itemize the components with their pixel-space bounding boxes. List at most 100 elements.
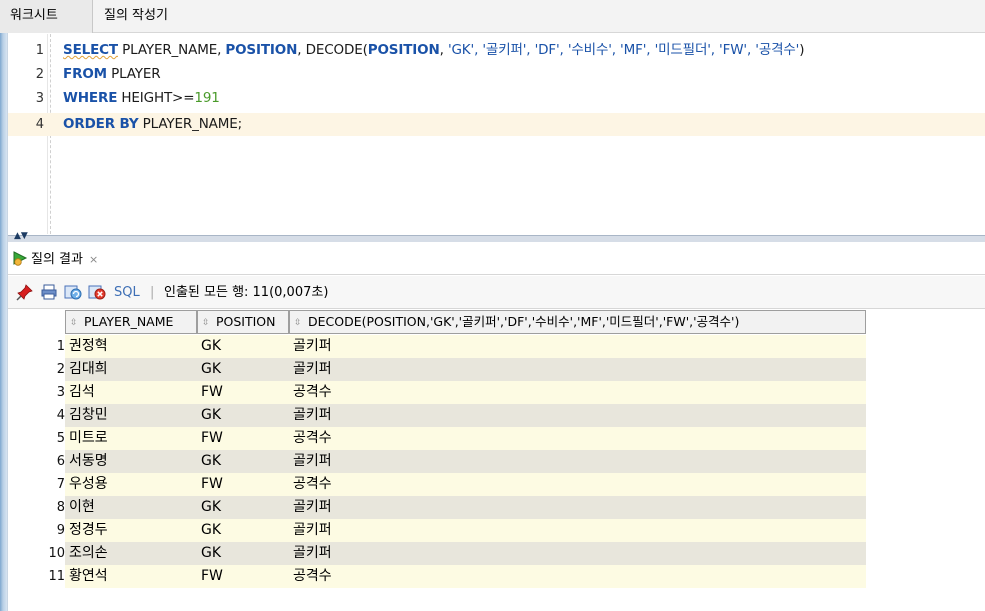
cell-decode[interactable]: 골키퍼 bbox=[289, 542, 866, 565]
tab-worksheet[interactable]: 워크시트 bbox=[0, 0, 93, 33]
code-text: WHERE HEIGHT>=191 bbox=[63, 87, 220, 110]
cell-decode[interactable]: 공격수 bbox=[289, 473, 866, 496]
cell-position[interactable]: GK bbox=[197, 335, 289, 358]
row-number: 8 bbox=[8, 496, 65, 519]
row-number: 10 bbox=[8, 542, 65, 565]
line-number: 1 bbox=[35, 43, 44, 58]
cell-player-name[interactable]: 우성용 bbox=[65, 473, 197, 496]
row-number: 3 bbox=[8, 381, 65, 404]
row-number: 5 bbox=[8, 427, 65, 450]
cell-player-name[interactable]: 권정혁 bbox=[65, 335, 197, 358]
cell-player-name[interactable]: 서동명 bbox=[65, 450, 197, 473]
row-number: 6 bbox=[8, 450, 65, 473]
sql-button[interactable]: SQL bbox=[114, 283, 140, 303]
code-text: ORDER BY PLAYER_NAME; bbox=[63, 113, 242, 136]
row-number: 2 bbox=[8, 358, 65, 381]
keyword-select: SELECT bbox=[63, 42, 118, 58]
table-row[interactable]: 11 황연석 FW 공격수 bbox=[8, 565, 985, 588]
cell-position[interactable]: GK bbox=[197, 496, 289, 519]
cell-position[interactable]: GK bbox=[197, 450, 289, 473]
column-header-label: POSITION bbox=[215, 314, 276, 329]
row-number: 9 bbox=[8, 519, 65, 542]
code-columns: PLAYER_NAME, bbox=[118, 42, 226, 58]
editor-tab-bar: 워크시트 질의 작성기 bbox=[0, 0, 985, 33]
results-grid[interactable]: ⇳ PLAYER_NAME ⇳ POSITION ⇳ DECODE(POSITI… bbox=[8, 310, 985, 611]
code-comma: , bbox=[439, 42, 448, 58]
cell-player-name[interactable]: 김석 bbox=[65, 381, 197, 404]
row-number: 7 bbox=[8, 473, 65, 496]
keyword-from: FROM bbox=[63, 66, 107, 82]
row-number: 4 bbox=[8, 404, 65, 427]
sort-icon[interactable]: ⇳ bbox=[202, 312, 212, 333]
cell-decode[interactable]: 골키퍼 bbox=[289, 496, 866, 519]
column-header-position[interactable]: ⇳ POSITION bbox=[197, 310, 289, 334]
cell-position[interactable]: GK bbox=[197, 542, 289, 565]
print-icon[interactable] bbox=[40, 283, 58, 303]
cell-position[interactable]: GK bbox=[197, 519, 289, 542]
table-row[interactable]: 6 서동명 GK 골키퍼 bbox=[8, 450, 985, 473]
code-number: 191 bbox=[194, 90, 220, 106]
table-row[interactable]: 10 조의손 GK 골키퍼 bbox=[8, 542, 985, 565]
delete-icon[interactable] bbox=[87, 283, 107, 303]
tab-worksheet-label: 워크시트 bbox=[10, 8, 58, 23]
cell-position[interactable]: FW bbox=[197, 473, 289, 496]
code-text: SELECT PLAYER_NAME, POSITION, DECODE(POS… bbox=[63, 39, 804, 62]
line-number: 3 bbox=[35, 91, 44, 106]
table-row[interactable]: 9 정경두 GK 골키퍼 bbox=[8, 519, 985, 542]
cell-decode[interactable]: 공격수 bbox=[289, 427, 866, 450]
pin-icon[interactable] bbox=[16, 283, 34, 303]
column-header-decode[interactable]: ⇳ DECODE(POSITION,'GK','골키퍼','DF','수비수',… bbox=[289, 310, 866, 334]
sort-icon[interactable]: ⇳ bbox=[70, 312, 80, 333]
table-row[interactable]: 4 김창민 GK 골키퍼 bbox=[8, 404, 985, 427]
keyword-order-by: ORDER BY bbox=[63, 116, 139, 132]
cell-player-name[interactable]: 정경두 bbox=[65, 519, 197, 542]
tab-query-result[interactable]: 질의 결과 × bbox=[12, 248, 98, 272]
cell-decode[interactable]: 공격수 bbox=[289, 565, 866, 588]
table-row[interactable]: 1 권정혁 GK 골키퍼 bbox=[8, 335, 985, 358]
panel-splitter[interactable] bbox=[8, 235, 985, 242]
cell-position[interactable]: GK bbox=[197, 358, 289, 381]
cell-player-name[interactable]: 이현 bbox=[65, 496, 197, 519]
code-line-3[interactable]: 3 WHERE HEIGHT>=191 bbox=[8, 87, 985, 110]
cell-player-name[interactable]: 김창민 bbox=[65, 404, 197, 427]
line-number: 4 bbox=[35, 117, 44, 132]
code-text: FROM PLAYER bbox=[63, 63, 161, 86]
cell-position[interactable]: GK bbox=[197, 404, 289, 427]
code-line-1[interactable]: 1 SELECT PLAYER_NAME, POSITION, DECODE(P… bbox=[8, 39, 985, 62]
code-line-2[interactable]: 2 FROM PLAYER bbox=[8, 63, 985, 86]
sql-editor[interactable]: 1 SELECT PLAYER_NAME, POSITION, DECODE(P… bbox=[8, 34, 985, 234]
sort-icon[interactable]: ⇳ bbox=[294, 312, 304, 333]
cell-player-name[interactable]: 황연석 bbox=[65, 565, 197, 588]
table-row[interactable]: 5 미트로 FW 공격수 bbox=[8, 427, 985, 450]
row-number: 1 bbox=[8, 335, 65, 358]
tab-query-result-label: 질의 결과 bbox=[31, 252, 83, 267]
table-row[interactable]: 8 이현 GK 골키퍼 bbox=[8, 496, 985, 519]
column-header-player-name[interactable]: ⇳ PLAYER_NAME bbox=[65, 310, 197, 334]
code-condition: HEIGHT>= bbox=[117, 90, 195, 106]
cell-decode[interactable]: 공격수 bbox=[289, 381, 866, 404]
close-icon[interactable]: × bbox=[89, 253, 98, 266]
cell-player-name[interactable]: 조의손 bbox=[65, 542, 197, 565]
code-line-4[interactable]: 4 ORDER BY PLAYER_NAME; bbox=[8, 113, 985, 136]
cell-position[interactable]: FW bbox=[197, 427, 289, 450]
results-toolbar: SQL | 인출된 모든 행: 11(0,007초) bbox=[8, 276, 985, 309]
cell-decode[interactable]: 골키퍼 bbox=[289, 404, 866, 427]
keyword-position-arg: POSITION bbox=[367, 42, 440, 58]
cell-player-name[interactable]: 김대희 bbox=[65, 358, 197, 381]
table-row[interactable]: 3 김석 FW 공격수 bbox=[8, 381, 985, 404]
table-row[interactable]: 2 김대희 GK 골키퍼 bbox=[8, 358, 985, 381]
cell-position[interactable]: FW bbox=[197, 565, 289, 588]
splitter-arrows-icon[interactable]: ▲▼ bbox=[14, 232, 28, 241]
cell-player-name[interactable]: 미트로 bbox=[65, 427, 197, 450]
cell-position[interactable]: FW bbox=[197, 381, 289, 404]
cell-decode[interactable]: 골키퍼 bbox=[289, 519, 866, 542]
line-number: 2 bbox=[35, 67, 44, 82]
cell-decode[interactable]: 골키퍼 bbox=[289, 335, 866, 358]
tab-query-builder[interactable]: 질의 작성기 bbox=[94, 0, 178, 33]
code-decode-args: 'GK', '골키퍼', 'DF', '수비수', 'MF', '미드필더', … bbox=[447, 42, 800, 58]
table-row[interactable]: 7 우성용 FW 공격수 bbox=[8, 473, 985, 496]
cell-decode[interactable]: 골키퍼 bbox=[289, 358, 866, 381]
keyword-position: POSITION bbox=[225, 42, 298, 58]
refresh-icon[interactable] bbox=[63, 283, 83, 303]
cell-decode[interactable]: 골키퍼 bbox=[289, 450, 866, 473]
